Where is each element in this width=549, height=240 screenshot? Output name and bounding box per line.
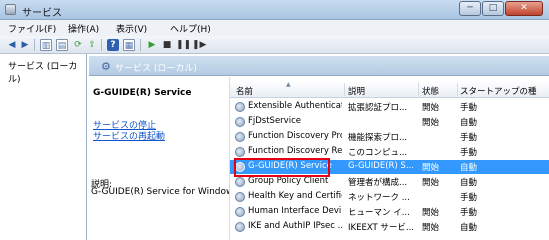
service-description: G-GUIDE(R) S... (348, 161, 414, 171)
services-icon: ⚙ (101, 60, 111, 73)
view-icon[interactable]: ▦ (123, 39, 135, 51)
table-row[interactable]: Function Discovery Pro... 機能探索プロ... 手動 (230, 130, 549, 144)
service-startup: 自動 (460, 178, 478, 188)
service-gear-icon (235, 192, 245, 202)
service-startup: 自動 (460, 118, 478, 128)
service-name: FjDstService (248, 116, 301, 126)
column-header-startup[interactable]: スタートアップの種 (460, 85, 537, 97)
title-bar: サービス ─ □ ✕ (0, 0, 549, 20)
service-description: ヒューマン イ... (348, 208, 410, 218)
toolbar-separator (140, 39, 141, 51)
service-startup: 手動 (460, 103, 478, 113)
service-status: 開始 (422, 103, 440, 113)
pause-service-icon[interactable]: ❚❚ (176, 39, 191, 51)
restart-service-icon[interactable]: ❚▶ (192, 39, 206, 51)
console-tree-icon[interactable]: ▥ (40, 39, 52, 51)
column-header-description[interactable]: 説明 (348, 85, 365, 97)
table-row[interactable]: Health Key and Certific... ネットワーク ... 手動 (230, 190, 549, 204)
service-startup: 手動 (460, 148, 478, 158)
service-startup: 手動 (460, 133, 478, 143)
service-name: G-GUIDE(R) Service (248, 161, 332, 171)
main-header: ⚙ サービス (ローカル) (89, 56, 549, 76)
service-status: 開始 (422, 223, 440, 233)
service-gear-icon (235, 117, 245, 127)
service-name: Group Policy Client (248, 176, 329, 186)
service-name: Function Discovery Re... (248, 146, 342, 156)
service-startup: 自動 (460, 163, 478, 173)
column-header-status[interactable]: 状態 (422, 85, 439, 97)
service-name: Human Interface Devi... (248, 206, 342, 216)
column-header-name[interactable]: 名前 (236, 85, 253, 97)
start-service-icon[interactable]: ▶ (146, 39, 158, 51)
export-list-icon[interactable]: ⇪ (86, 39, 98, 51)
menu-help[interactable]: ヘルプ(H) (170, 22, 211, 35)
restart-service-link[interactable]: サービスの再起動 (93, 129, 165, 142)
service-gear-icon (235, 222, 245, 232)
service-description: 管理者が構成... (348, 178, 408, 188)
service-name: IKE and AuthIP IPsec ... (248, 221, 342, 231)
tree-item-services-local[interactable]: サービス (ローカル) (8, 59, 86, 85)
service-description: IKEEXT サービ... (348, 223, 414, 233)
service-status: 開始 (422, 163, 440, 173)
service-gear-icon (235, 102, 245, 112)
description-text: G-GUIDE(R) Service for Windows (91, 187, 239, 197)
menu-view[interactable]: 表示(V) (116, 22, 147, 35)
service-gear-icon (235, 147, 245, 157)
service-name: Extensible Authenticati... (248, 101, 342, 111)
service-gear-icon (235, 132, 245, 142)
close-button[interactable]: ✕ (505, 1, 543, 16)
services-app-icon (5, 4, 16, 15)
service-description: このコンピュ... (348, 148, 408, 158)
service-status: 開始 (422, 208, 440, 218)
back-arrow-icon[interactable]: ◀ (6, 39, 18, 51)
service-startup: 手動 (460, 193, 478, 203)
sort-arrow-icon: ▲ (286, 81, 291, 88)
table-row[interactable]: FjDstService 開始 自動 (230, 115, 549, 129)
table-row[interactable]: Human Interface Devi... ヒューマン イ... 開始 手動 (230, 205, 549, 219)
toolbar-separator (34, 39, 35, 51)
table-row[interactable]: Extensible Authenticati... 拡張認証プロ... 開始 … (230, 100, 549, 114)
service-name: Health Key and Certific... (248, 191, 342, 201)
service-startup: 手動 (460, 208, 478, 218)
service-gear-icon (235, 162, 245, 172)
tree-panel: サービス (ローカル) (0, 54, 87, 240)
toolbar-separator (101, 39, 102, 51)
menu-file[interactable]: ファイル(F) (8, 22, 56, 35)
window-title: サービス (22, 8, 62, 19)
service-list: ▲ 名前 説明 状態 スタートアップの種 Extensible Authenti… (229, 77, 549, 240)
service-description: ネットワーク ... (348, 193, 410, 203)
refresh-icon[interactable]: ⟳ (72, 39, 84, 51)
table-row[interactable]: Group Policy Client 管理者が構成... 開始 自動 (230, 175, 549, 189)
list-header: ▲ 名前 説明 状態 スタートアップの種 (230, 81, 549, 98)
column-separator[interactable] (344, 83, 345, 96)
maximize-button[interactable]: □ (482, 1, 504, 16)
column-separator[interactable] (418, 83, 419, 96)
detail-pane: G-GUIDE(R) Service サービスの停止 サービスの再起動 説明: … (89, 77, 238, 240)
service-description: 拡張認証プロ... (348, 103, 408, 113)
service-description: 機能探索プロ... (348, 133, 408, 143)
main-header-title: サービス (ローカル) (115, 64, 197, 74)
service-status: 開始 (422, 178, 440, 188)
table-row[interactable]: IKE and AuthIP IPsec ... IKEEXT サービ... 開… (230, 220, 549, 234)
service-name: Function Discovery Pro... (248, 131, 342, 141)
menu-bar: ファイル(F) 操作(A) 表示(V) ヘルプ(H) (0, 20, 549, 36)
table-row-selected[interactable]: G-GUIDE(R) Service G-GUIDE(R) S... 開始 自動 (230, 160, 549, 174)
help-icon[interactable]: ? (107, 39, 119, 51)
forward-arrow-icon[interactable]: ▶ (19, 39, 31, 51)
service-gear-icon (235, 207, 245, 217)
menu-action[interactable]: 操作(A) (68, 22, 99, 35)
service-title: G-GUIDE(R) Service (93, 88, 192, 98)
properties-icon[interactable]: ▤ (56, 39, 68, 51)
column-separator[interactable] (457, 83, 458, 96)
stop-service-icon[interactable]: ■ (161, 39, 173, 51)
service-startup: 自動 (460, 223, 478, 233)
service-gear-icon (235, 177, 245, 187)
minimize-button[interactable]: ─ (459, 1, 481, 16)
table-row[interactable]: Function Discovery Re... このコンピュ... 手動 (230, 145, 549, 159)
service-status: 開始 (422, 118, 440, 128)
toolbar: ◀ ▶ ▥ ▤ ⟳ ⇪ ? ▦ ▶ ■ ❚❚ ❚▶ (0, 36, 549, 54)
